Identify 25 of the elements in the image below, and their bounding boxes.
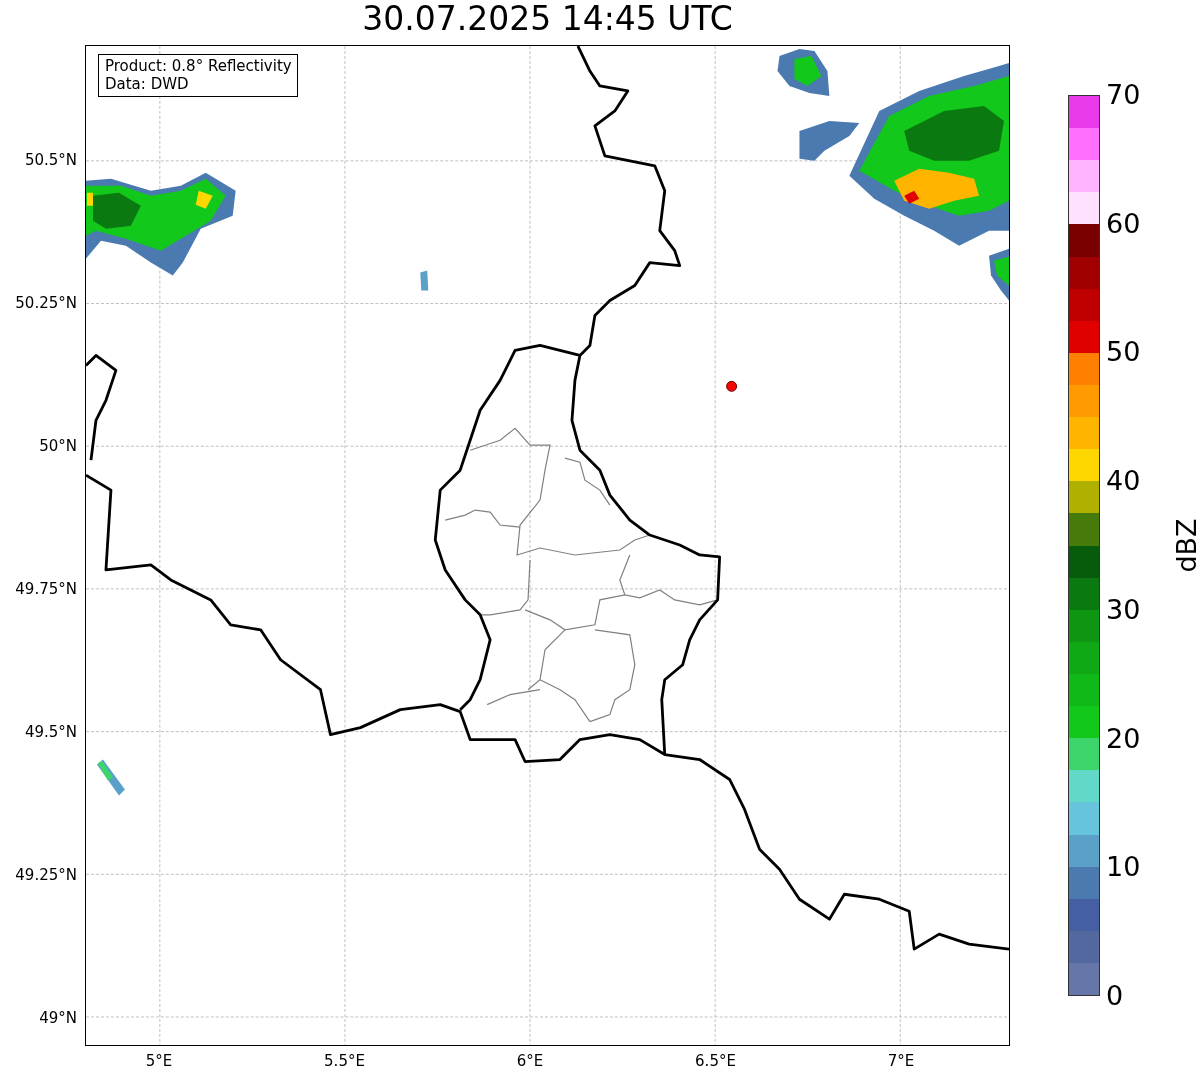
- colorbar-label: dBZ: [1170, 518, 1202, 573]
- axis-tick-label: 7°E: [887, 1052, 915, 1070]
- colorbar-tick-label: 70: [1106, 80, 1141, 110]
- axis-tick-label: 5.5°E: [324, 1052, 365, 1070]
- axis-tick-label: 6°E: [516, 1052, 544, 1070]
- info-text: Data: DWD: [105, 75, 190, 93]
- axis-tick-label: 49.5°N: [24, 723, 77, 741]
- axis-tick-label: 50.5°N: [24, 151, 77, 169]
- axis-tick-label: 50.25°N: [15, 294, 77, 312]
- axis-tick-label: 5°E: [145, 1052, 173, 1070]
- axis-tick-label: 50°N: [39, 437, 77, 455]
- info-text: Product: 0.8° Reflectivity: [105, 57, 292, 75]
- axis-tick-label: 49.25°N: [15, 866, 77, 884]
- colorbar-tick-label: 10: [1106, 852, 1141, 883]
- colorbar-tick-label: 40: [1106, 466, 1141, 497]
- colorbar-tick-label: 60: [1106, 208, 1141, 239]
- axis-tick-label: 49°N: [39, 1009, 77, 1027]
- colorbar-tick-label: 20: [1106, 723, 1141, 754]
- colorbar-tick-label: 50: [1106, 337, 1141, 368]
- colorbar-tick-label: 30: [1106, 594, 1141, 625]
- location-marker: [726, 380, 738, 392]
- chart-title: 30.07.2025 14:45 UTC: [361, 0, 734, 40]
- colorbar-tick-label: 0: [1106, 981, 1124, 1011]
- axis-tick-label: 49.75°N: [15, 580, 77, 598]
- axis-tick-label: 6.5°E: [695, 1052, 736, 1070]
